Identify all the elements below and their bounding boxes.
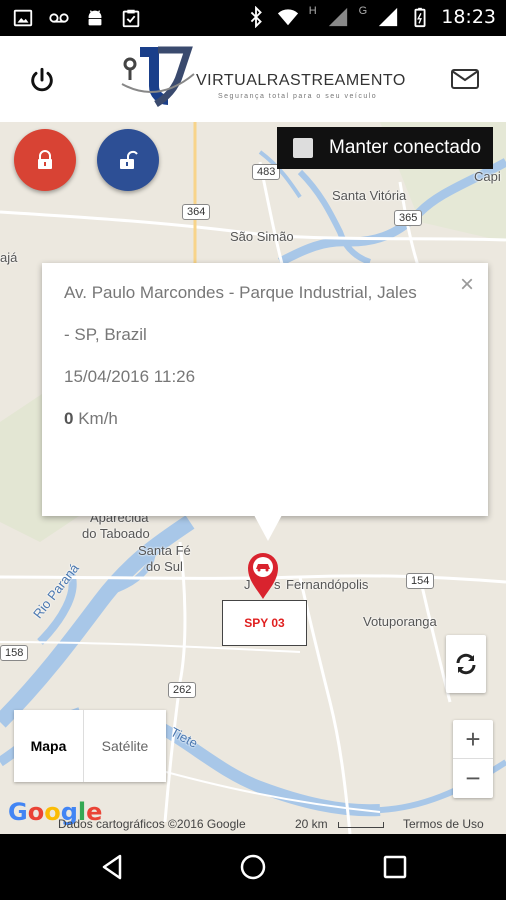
network-g-label: G [358,5,368,17]
map-scale-label: 20 km [295,817,328,831]
lock-icon [38,150,52,169]
place-label: Capi [474,169,501,184]
map-scale-bar [338,822,384,828]
road-shield: 262 [168,682,197,698]
keep-connected-toggle[interactable]: Manter conectado [277,127,493,169]
unlock-button[interactable] [97,129,159,191]
unlock-icon [120,150,138,169]
clipboard-check-icon [122,9,140,28]
android-icon [88,10,102,26]
system-nav-bar [0,834,506,900]
image-icon [13,9,33,27]
keep-connected-checkbox[interactable] [293,138,313,158]
road-shield: 365 [394,210,423,226]
refresh-icon [456,653,476,675]
back-icon[interactable] [98,852,128,882]
speed-unit: Km/h [78,409,118,428]
map-attribution: Dados cartográficos ©2016 Google [58,817,246,831]
place-label: ajá [0,250,18,265]
place-label: São Simão [230,229,294,244]
map-attribution-bar: Dados cartográficos ©2016 Google 20 km T… [0,814,506,834]
map-type-control: Mapa Satélite [14,710,166,782]
place-label: Votuporanga [363,614,437,629]
app-logo: VIRTUALRASTREAMENTO Segurança total para… [118,44,405,116]
popup-speed: 0 Km/h [64,409,118,429]
place-label: Santa Fé [138,543,191,558]
status-time: 18:23 [441,6,496,28]
speed-value: 0 [64,409,74,428]
place-label: Fernandópolis [286,577,369,592]
power-icon[interactable] [26,64,58,96]
wifi-icon [277,9,298,26]
zoom-in-button[interactable]: + [453,720,493,759]
vehicle-label[interactable]: SPY 03 [222,600,307,646]
close-icon[interactable]: × [460,273,474,297]
network-h-label: H [308,5,317,17]
recents-icon[interactable] [380,852,410,882]
place-label: do Sul [146,559,183,574]
signal-icon [328,7,347,27]
road-shield: 158 [0,645,29,661]
popup-datetime: 15/04/2016 11:26 [64,367,196,386]
zoom-out-button[interactable]: − [453,759,493,798]
road-shield: 154 [406,573,435,589]
zoom-control: + − [453,720,493,798]
popup-address-line1: Av. Paulo Marcondes - Parque Industrial,… [64,283,417,302]
road-shield: 364 [182,204,211,220]
logo-text: VIRTUALRASTREAMENTO [196,72,406,89]
lock-button[interactable] [14,129,76,191]
signal-icon-2 [379,7,398,27]
vehicle-info-popup: × Av. Paulo Marcondes - Parque Industria… [42,263,488,541]
keep-connected-label: Manter conectado [329,137,482,158]
app-header: VIRTUALRASTREAMENTO Segurança total para… [0,36,506,122]
home-icon[interactable] [238,852,268,882]
vehicle-marker-icon[interactable] [246,550,280,600]
logo-tagline: Segurança total para o seu veículo [218,93,378,100]
refresh-button[interactable] [446,635,486,693]
popup-pointer [254,515,282,541]
mail-icon[interactable] [450,66,480,92]
place-label: Santa Vitória [332,188,407,203]
popup-address-line2: - SP, Brazil [64,325,147,344]
map-view[interactable]: Santa Vitória São Simão Capi ajá Apareci… [0,122,506,834]
map-type-map-button[interactable]: Mapa [14,710,84,782]
battery-icon [414,7,426,28]
map-type-satellite-button[interactable]: Satélite [84,710,166,782]
map-terms-link[interactable]: Termos de Uso [403,817,484,831]
place-label: do Taboado [82,526,150,541]
logo-mark [121,46,195,108]
voicemail-icon [49,13,69,23]
status-bar: H G 18:23 [0,0,506,36]
bluetooth-icon [250,6,262,28]
